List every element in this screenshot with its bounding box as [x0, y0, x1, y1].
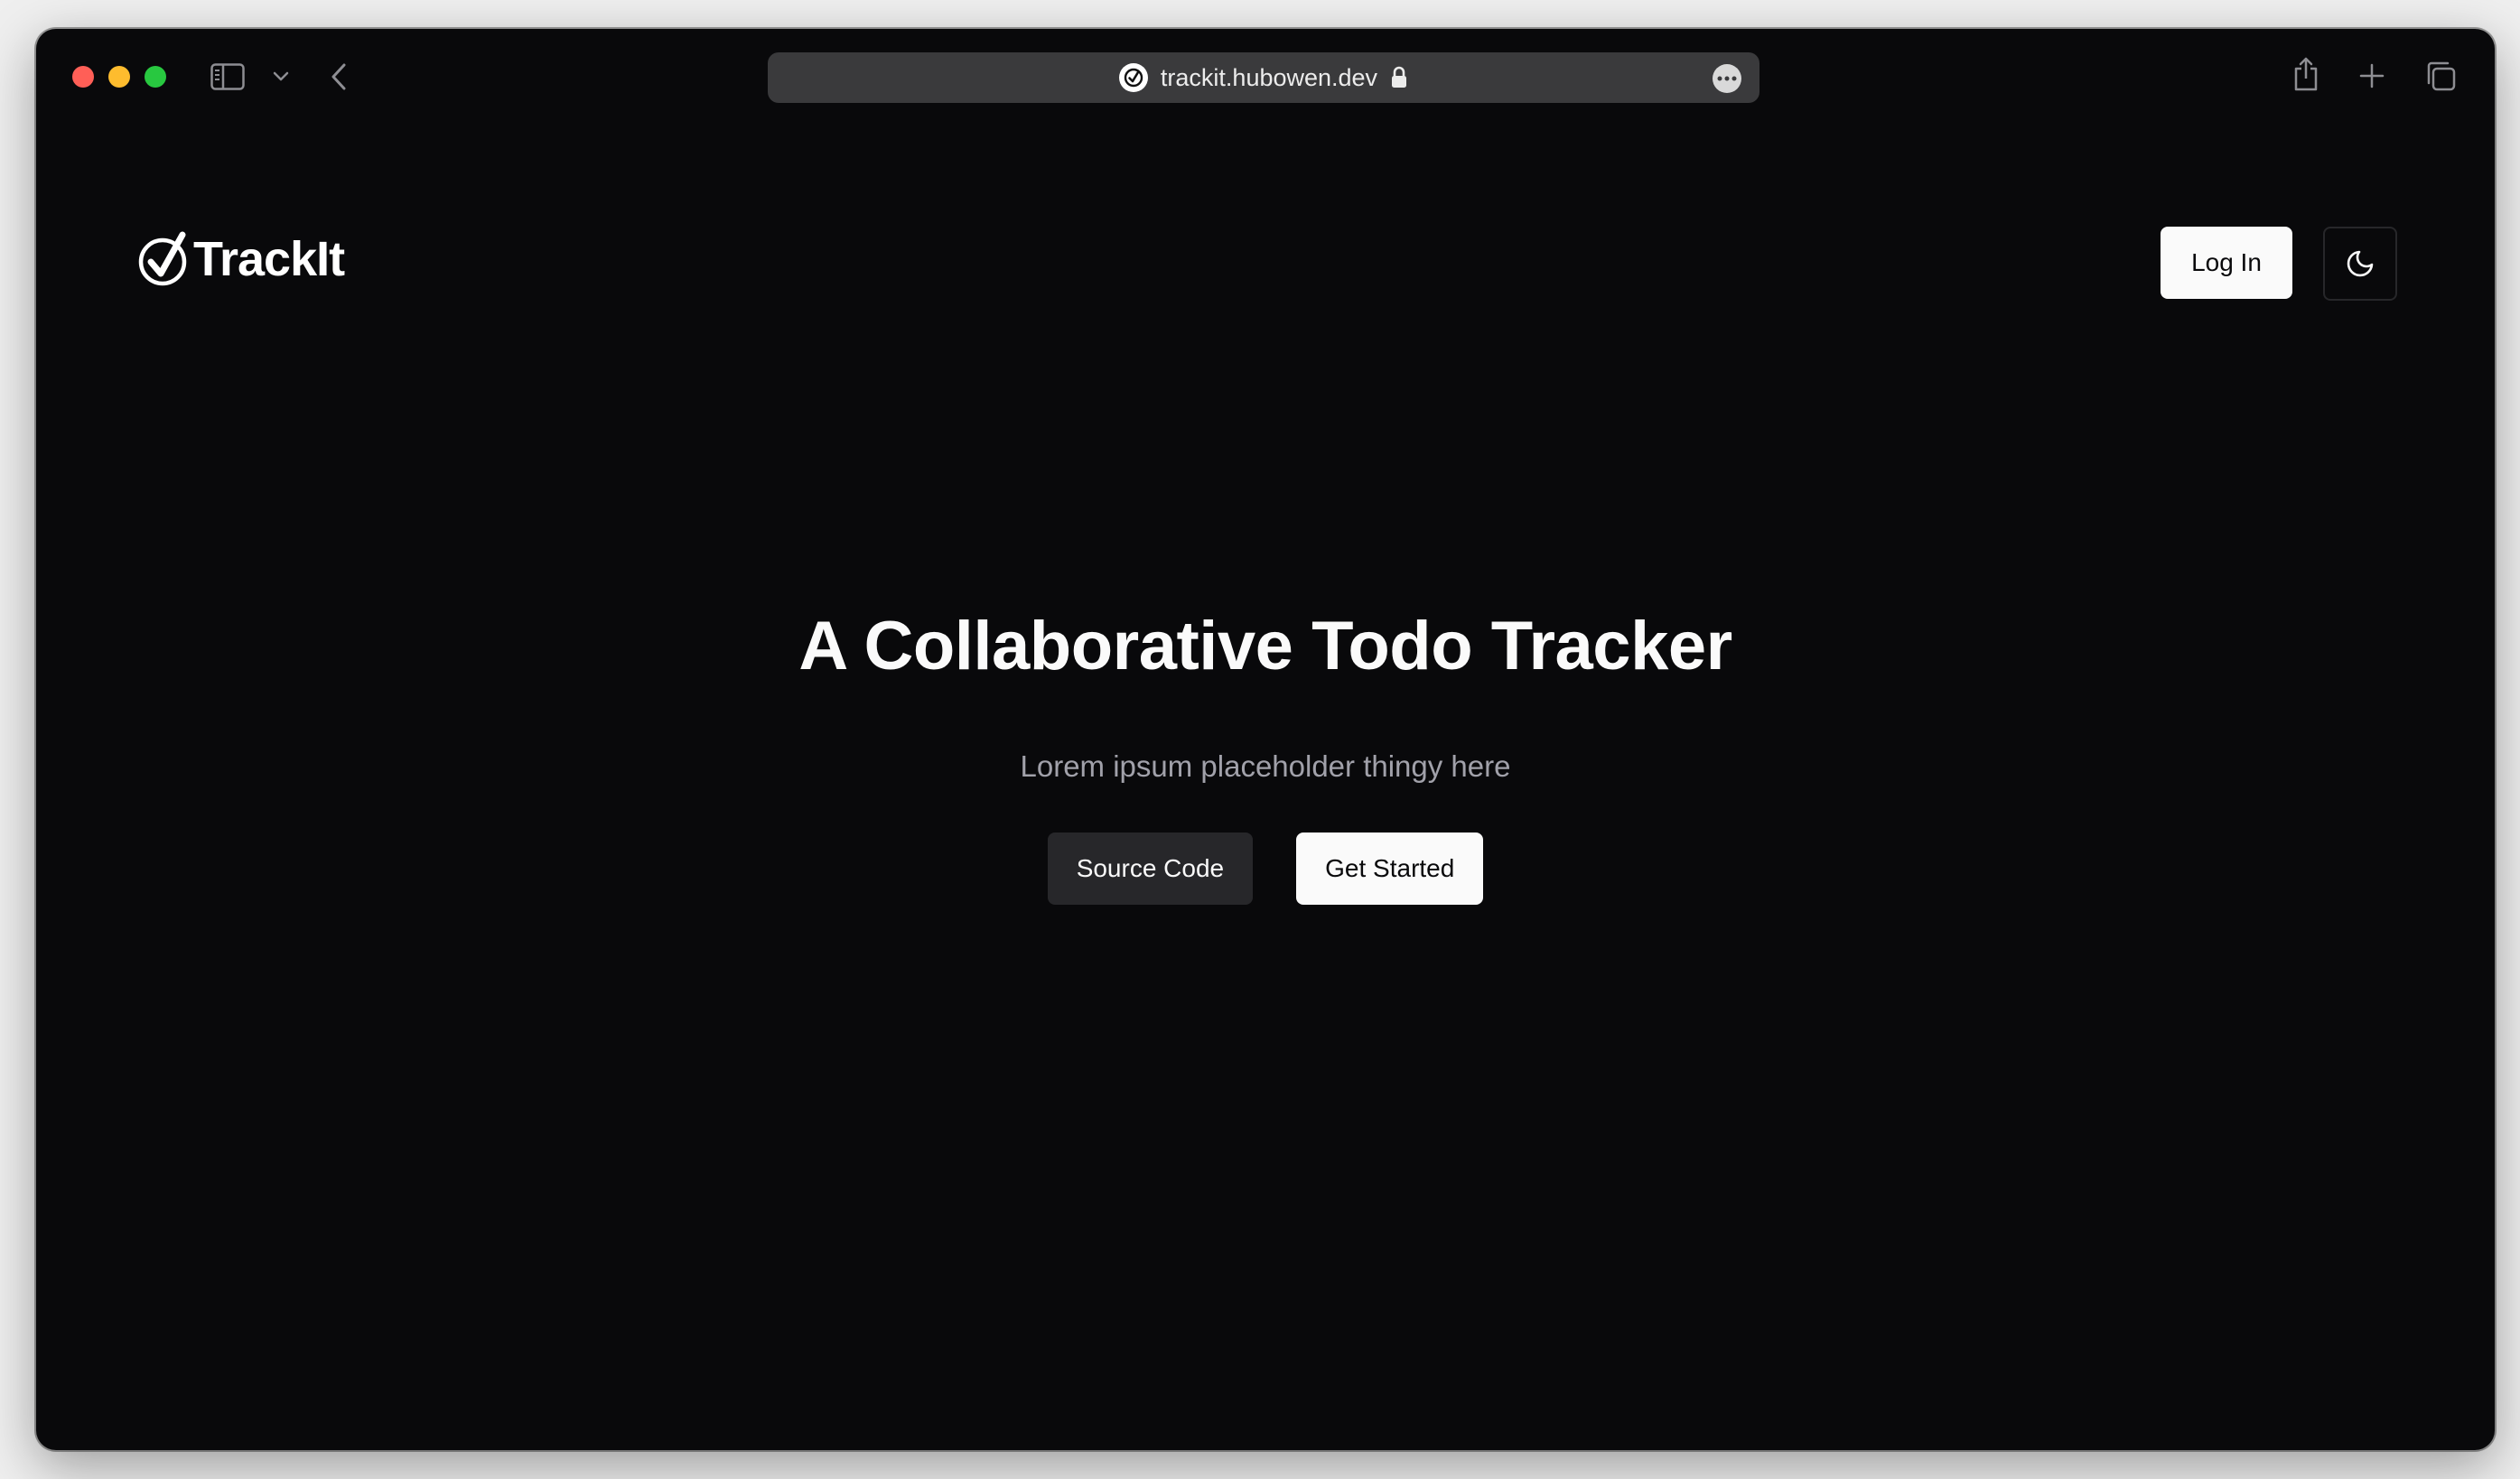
tabs-overview-icon[interactable] — [2424, 60, 2457, 92]
zoom-window-button[interactable] — [145, 66, 166, 88]
back-icon[interactable] — [325, 60, 352, 94]
more-icon[interactable] — [1713, 64, 1741, 93]
favicon — [1118, 63, 1148, 92]
hero-actions: Source Code Get Started — [36, 833, 2495, 905]
moon-icon — [2347, 250, 2374, 277]
close-window-button[interactable] — [72, 66, 94, 88]
address-bar-content: trackit.hubowen.dev — [768, 52, 1759, 103]
theme-toggle-button[interactable] — [2323, 227, 2397, 301]
sidebar-icon[interactable] — [210, 61, 246, 92]
site-logo[interactable]: TrackIt — [137, 231, 345, 287]
minimize-window-button[interactable] — [108, 66, 130, 88]
login-button[interactable]: Log In — [2161, 227, 2292, 299]
lock-icon — [1390, 66, 1408, 89]
check-circle-logo-icon — [138, 231, 187, 286]
browser-window: trackit.hubowen.dev TrackIt Log In A Col… — [36, 29, 2495, 1450]
new-tab-icon[interactable] — [2357, 61, 2386, 90]
logo-text: TrackIt — [193, 232, 345, 286]
source-code-button[interactable]: Source Code — [1047, 833, 1254, 905]
share-icon[interactable] — [2291, 54, 2321, 94]
address-bar[interactable]: trackit.hubowen.dev — [768, 52, 1759, 103]
hero-subtitle: Lorem ipsum placeholder thingy here — [1020, 749, 1511, 783]
browser-toolbar: trackit.hubowen.dev — [36, 29, 2495, 128]
chevron-down-icon[interactable] — [269, 65, 293, 88]
get-started-button[interactable]: Get Started — [1296, 833, 1484, 905]
url-text: trackit.hubowen.dev — [1160, 63, 1378, 91]
hero-title: A Collaborative Todo Tracker — [798, 608, 1732, 684]
